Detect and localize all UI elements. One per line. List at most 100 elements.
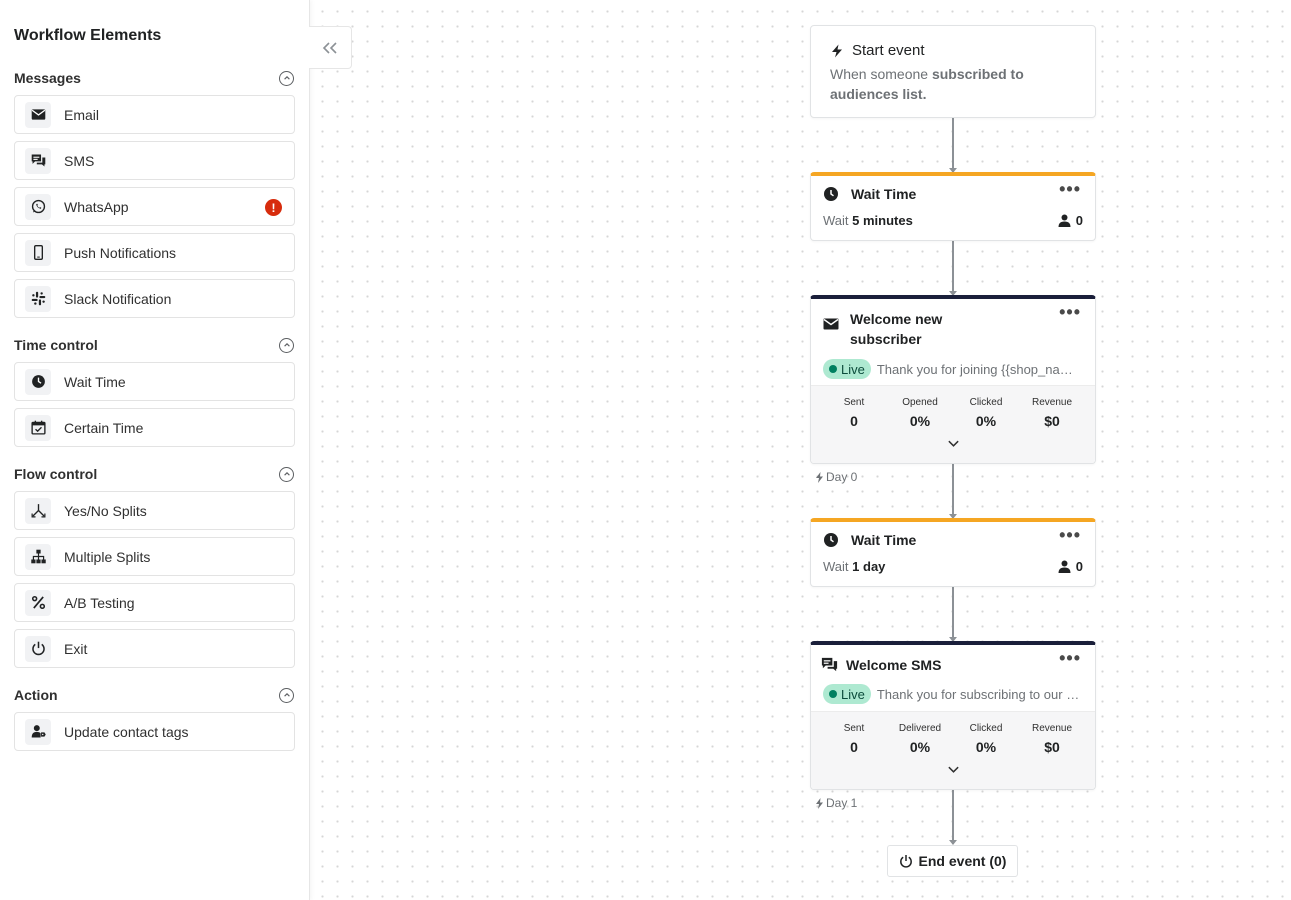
element-label: Yes/No Splits <box>64 502 147 519</box>
day-label: Day 0 <box>815 470 857 484</box>
sms-preview-text: Thank you for subscribing to our n... <box>876 686 1083 702</box>
section-messages: Messages Email SMS WhatsApp ! Push Notif… <box>14 68 295 318</box>
person-icon <box>1058 214 1071 227</box>
wait-value: 5 minutes <box>852 213 913 228</box>
section-header-flow-control[interactable]: Flow control <box>14 464 295 484</box>
chevron-down-icon <box>947 766 959 773</box>
hierarchy-icon <box>25 543 51 570</box>
section-title: Messages <box>14 70 81 86</box>
chevron-up-icon[interactable] <box>279 687 294 703</box>
element-label: SMS <box>64 152 95 169</box>
stat-sent: Sent 0 <box>821 723 887 755</box>
element-label: Certain Time <box>64 419 144 436</box>
slack-icon <box>25 285 51 312</box>
sms-message-node[interactable]: Welcome SMS Live Thank you for subscribi… <box>810 641 1096 790</box>
wait-time-title: Wait Time <box>851 186 917 202</box>
end-event-node[interactable]: End event (0) <box>887 845 1018 877</box>
stat-clicked: Clicked 0% <box>953 723 1019 755</box>
email-status-row: Live Thank you for joining {{shop_name}} <box>823 359 1083 379</box>
section-header-time-control[interactable]: Time control <box>14 335 295 355</box>
wait-prefix: Wait <box>823 213 849 228</box>
element-certain-time[interactable]: Certain Time <box>14 408 295 447</box>
status-badge-label: Live <box>841 686 865 702</box>
live-dot <box>829 690 837 698</box>
element-exit[interactable]: Exit <box>14 629 295 668</box>
stat-label: Revenue <box>1031 397 1073 408</box>
day-label-text: Day 1 <box>826 796 858 810</box>
wait-time-title: Wait Time <box>851 532 917 548</box>
element-yes-no-splits[interactable]: Yes/No Splits <box>14 491 295 530</box>
workflow-elements-sidebar: Workflow Elements Messages Email SMS Wha… <box>0 0 310 900</box>
element-slack-notification[interactable]: Slack Notification <box>14 279 295 318</box>
section-title: Time control <box>14 337 98 353</box>
sidebar-title: Workflow Elements <box>14 27 162 44</box>
node-menu-button[interactable]: ••• <box>1059 303 1081 321</box>
connector-line <box>949 587 957 642</box>
element-multiple-splits[interactable]: Multiple Splits <box>14 537 295 576</box>
section-title: Flow control <box>14 466 98 482</box>
stat-label: Opened <box>902 397 938 408</box>
connector-line <box>949 241 957 296</box>
contact-count: 0 <box>1058 559 1083 574</box>
person-icon <box>1058 560 1071 573</box>
workflow-canvas[interactable] <box>311 0 1291 900</box>
calendar-check-icon <box>25 414 51 441</box>
stat-label: Clicked <box>969 397 1003 408</box>
stat-opened: Opened 0% <box>887 397 953 429</box>
split-icon <box>25 497 51 524</box>
section-header-messages[interactable]: Messages <box>14 68 295 88</box>
stat-label: Sent <box>843 397 865 408</box>
section-header-action[interactable]: Action <box>14 685 295 705</box>
email-message-node[interactable]: Welcome new subscriber Live Thank you fo… <box>810 295 1096 464</box>
day-label: Day 1 <box>815 796 857 810</box>
power-icon <box>25 635 51 662</box>
wait-time-node[interactable]: Wait Time Wait 5 minutes 0 ••• <box>810 172 1096 241</box>
chevron-up-icon[interactable] <box>279 466 294 482</box>
stat-value: $0 <box>1044 413 1060 429</box>
element-wait-time[interactable]: Wait Time <box>14 362 295 401</box>
contact-count-value: 0 <box>1075 213 1083 228</box>
element-label: A/B Testing <box>64 594 135 611</box>
contact-count: 0 <box>1058 213 1083 228</box>
whatsapp-icon <box>25 193 51 220</box>
element-push-notifications[interactable]: Push Notifications <box>14 233 295 272</box>
start-event-desc-prefix: When someone <box>830 66 932 82</box>
sms-stats-panel: Sent 0 Delivered 0% Clicked 0% Revenue $0 <box>811 711 1095 789</box>
lightning-icon <box>816 471 823 483</box>
connector-line <box>949 118 957 173</box>
chevron-up-icon[interactable] <box>279 337 294 353</box>
wait-prefix: Wait <box>823 559 849 574</box>
element-sms[interactable]: SMS <box>14 141 295 180</box>
element-email[interactable]: Email <box>14 95 295 134</box>
start-event-node[interactable]: Start event When someone subscribed to a… <box>810 25 1096 118</box>
contact-count-value: 0 <box>1075 559 1083 574</box>
element-ab-testing[interactable]: A/B Testing <box>14 583 295 622</box>
percent-icon <box>25 589 51 616</box>
chevron-down-icon <box>947 440 959 447</box>
wait-time-header: Wait Time <box>823 186 1083 202</box>
element-update-contact-tags[interactable]: Update contact tags <box>14 712 295 751</box>
section-action: Action Update contact tags <box>14 685 295 751</box>
element-whatsapp[interactable]: WhatsApp ! <box>14 187 295 226</box>
wait-time-header: Wait Time <box>823 532 1083 548</box>
expand-stats-button[interactable] <box>811 763 1095 781</box>
stat-revenue: Revenue $0 <box>1019 397 1085 429</box>
wait-time-node[interactable]: Wait Time Wait 1 day 0 ••• <box>810 518 1096 587</box>
email-preview-text: Thank you for joining {{shop_name}} <box>876 361 1083 377</box>
element-label: Slack Notification <box>64 290 172 307</box>
warning-icon[interactable]: ! <box>265 199 282 216</box>
chevron-up-icon[interactable] <box>279 70 294 86</box>
node-menu-button[interactable]: ••• <box>1059 526 1081 544</box>
expand-stats-button[interactable] <box>811 437 1095 455</box>
collapse-sidebar-button[interactable] <box>309 26 352 69</box>
section-time-control: Time control Wait Time Certain Time <box>14 335 295 447</box>
sms-node-title: Welcome SMS <box>846 656 942 673</box>
double-chevron-left-icon <box>322 41 337 54</box>
stat-value: 0% <box>909 739 931 755</box>
email-node-header: Welcome new subscriber <box>823 309 1083 349</box>
node-menu-button[interactable]: ••• <box>1059 180 1081 198</box>
email-stats-panel: Sent 0 Opened 0% Clicked 0% Revenue $0 <box>811 385 1095 463</box>
day-label-text: Day 0 <box>826 470 858 484</box>
start-event-description: When someone subscribed to audiences lis… <box>830 64 1076 104</box>
node-menu-button[interactable]: ••• <box>1059 649 1081 667</box>
